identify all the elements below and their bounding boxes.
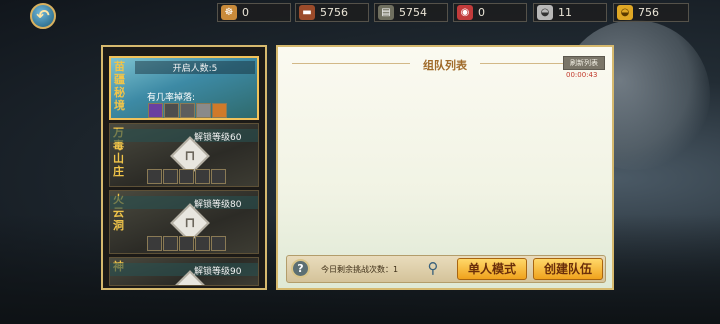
refresh-timer: 00:00:43	[566, 71, 598, 79]
refresh-list-button[interactable]: 刷新列表	[563, 56, 605, 70]
scroll-icon: ☸	[221, 5, 237, 20]
unlock-level-label: 解锁等级90	[194, 267, 242, 277]
lock-icon: ⊓	[184, 148, 196, 164]
silver-ingot-icon: ◒	[537, 5, 553, 20]
resource-value: 0	[478, 6, 485, 19]
resource-value: 11	[558, 6, 572, 19]
action-bar: ? 今日剩余挑战次数：1 ⚲ 单人模式 创建队伍	[286, 255, 606, 283]
drop-item-icon	[179, 169, 194, 184]
resource-stone: ▤ 5754	[374, 3, 448, 22]
unlock-level-label: 解锁等级80	[194, 200, 242, 210]
dungeon-card-huoyun[interactable]: 火云洞 解锁等级80 ⊓	[109, 190, 259, 254]
drop-item-icon	[163, 236, 178, 251]
drop-item-icon	[211, 236, 226, 251]
drop-item-icon	[147, 236, 162, 251]
gold-ingot-icon: ◒	[617, 5, 633, 20]
drop-slots	[148, 103, 228, 118]
resource-value: 756	[638, 6, 659, 19]
team-list-panel: 组队列表 刷新列表 00:00:43 ? 今日剩余挑战次数：1 ⚲ 单人模式 创…	[276, 45, 614, 290]
resource-gold: ◒ 756	[613, 3, 689, 22]
challenge-count-label: 今日剩余挑战次数：1	[321, 265, 399, 274]
drop-item-icon	[195, 169, 210, 184]
help-icon[interactable]: ?	[291, 259, 310, 278]
resource-value: 0	[242, 6, 249, 19]
drop-item-icon[interactable]	[148, 103, 163, 118]
solo-mode-button[interactable]: 单人模式	[457, 258, 527, 280]
drop-item-icon[interactable]	[212, 103, 227, 118]
resource-token: ◉ 0	[453, 3, 527, 22]
drop-item-icon	[179, 236, 194, 251]
drop-item-icon	[195, 236, 210, 251]
resource-value: 5754	[399, 6, 427, 19]
resource-value: 5756	[320, 6, 348, 19]
resource-wood: ▬ 5756	[295, 3, 369, 22]
create-team-button[interactable]: 创建队伍	[533, 258, 603, 280]
dungeon-card-fourth[interactable]: 神 解锁等级90	[109, 257, 259, 286]
team-list-title: 组队列表	[423, 59, 467, 72]
drop-item-icon	[147, 169, 162, 184]
back-arrow-icon: ↶	[36, 6, 50, 25]
dungeon-card-wandu[interactable]: 万毒山庄 解锁等级60 ⊓	[109, 123, 259, 187]
drop-slots	[147, 169, 227, 186]
dungeon-title: 苗疆秘境	[114, 60, 125, 112]
token-icon: ◉	[457, 5, 473, 20]
drop-slots	[147, 236, 227, 253]
drop-item-icon[interactable]	[180, 103, 195, 118]
drop-label: 有几率掉落:	[147, 93, 196, 103]
dungeon-card-miaojiang[interactable]: 苗疆秘境 开启人数:5 有几率掉落:	[109, 56, 259, 120]
drop-item-icon	[163, 169, 178, 184]
wood-icon: ▬	[299, 5, 315, 20]
unlock-level-label: 解锁等级60	[194, 133, 242, 143]
search-icon[interactable]: ⚲	[423, 258, 443, 278]
resource-silver: ◒ 11	[533, 3, 607, 22]
drop-item-icon[interactable]	[196, 103, 211, 118]
drop-item-icon	[211, 169, 226, 184]
lock-icon: ⊓	[184, 215, 196, 231]
back-button[interactable]: ↶	[30, 3, 56, 29]
stone-icon: ▤	[378, 5, 394, 20]
drop-item-icon[interactable]	[164, 103, 179, 118]
resource-scroll: ☸ 0	[217, 3, 291, 22]
player-count-label: 开启人数:5	[135, 61, 255, 74]
dungeon-list: 苗疆秘境 开启人数:5 有几率掉落: 万毒山庄 解锁等级60 ⊓ 火云洞 解锁等…	[101, 45, 267, 290]
